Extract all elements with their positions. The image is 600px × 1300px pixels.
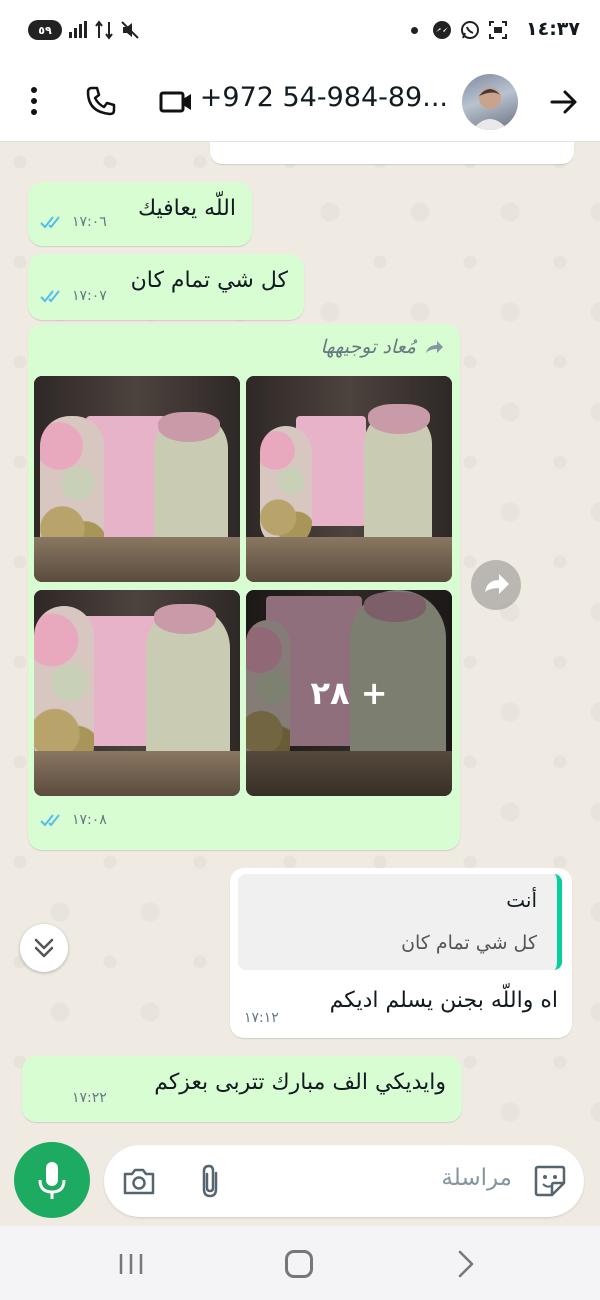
battery-indicator: ٥٩ [28, 20, 62, 40]
album-photo[interactable] [34, 590, 240, 796]
message-bubble-album[interactable]: مُعاد توجيهها + ٢٨ ١٧:٠٨ [28, 324, 460, 850]
chevron-double-down-icon [34, 938, 54, 958]
double-check-icon [40, 814, 60, 827]
status-left-icons: ٥٩ [28, 20, 140, 40]
more-vertical-icon[interactable] [22, 84, 46, 118]
quote-text: كل شي تمام كان [401, 932, 537, 954]
video-camera-icon[interactable] [158, 86, 194, 118]
contact-title[interactable]: +972 54-984-89... [200, 82, 448, 113]
status-time: ١٤:٣٧ [526, 18, 580, 40]
album-photo-more[interactable]: + ٢٨ [246, 590, 452, 796]
more-photos-count: + ٢٨ [310, 674, 388, 712]
battery-level: ٥٩ [38, 23, 52, 37]
nav-back-icon[interactable] [456, 1250, 476, 1278]
messenger-icon [433, 21, 451, 39]
message-bubble-outgoing[interactable]: وايديكي الف مبارك تتربى بعزكم ١٧:٢٢ [22, 1056, 462, 1122]
forward-icon [426, 341, 443, 353]
status-right-icons [411, 20, 508, 40]
sticker-icon[interactable] [532, 1163, 568, 1199]
message-bubble-outgoing[interactable]: كل شي تمام كان ١٧:٠٧ [28, 254, 304, 320]
message-time: ١٧:٠٦ [72, 214, 107, 230]
system-nav-bar [0, 1226, 600, 1300]
signal-icon [69, 21, 87, 38]
message-time: ١٧:٢٢ [72, 1090, 107, 1106]
message-text: اه واللّه بجنن يسلم اديكم [329, 988, 558, 1013]
partial-message [210, 142, 574, 164]
message-input-placeholder[interactable]: مراسلة [441, 1165, 512, 1191]
double-check-icon [40, 216, 60, 229]
share-forward-icon [485, 574, 509, 594]
message-time: ١٧:٠٧ [72, 288, 107, 304]
message-input-bar[interactable]: مراسلة [104, 1145, 584, 1217]
message-time: ١٧:٠٨ [72, 812, 107, 828]
forwarded-label: مُعاد توجيهها [320, 336, 416, 358]
double-check-icon [40, 290, 60, 303]
message-text: كل شي تمام كان [130, 268, 288, 293]
home-icon[interactable] [285, 1250, 313, 1278]
contact-avatar[interactable] [462, 74, 518, 130]
phone-icon[interactable] [84, 84, 118, 118]
album-photo[interactable] [246, 376, 452, 582]
album-photo[interactable] [34, 376, 240, 582]
mic-button[interactable] [14, 1142, 90, 1218]
recent-apps-icon[interactable] [118, 1252, 144, 1276]
microphone-icon [38, 1162, 66, 1199]
message-text: وايديكي الف مبارك تتربى بعزكم [154, 1070, 446, 1095]
quoted-message[interactable]: أنت كل شي تمام كان [238, 874, 562, 970]
notification-dot [411, 26, 418, 34]
paperclip-icon[interactable] [198, 1163, 224, 1199]
chat-area[interactable]: اللّه يعافيك ١٧:٠٦ كل شي تمام كان ١٧:٠٧ … [0, 142, 600, 1142]
screen-capture-icon [489, 21, 507, 39]
arrow-right-icon[interactable] [548, 86, 580, 118]
message-time: ١٧:١٢ [244, 1010, 279, 1026]
message-bubble-incoming[interactable]: أنت كل شي تمام كان اه واللّه بجنن يسلم ا… [230, 868, 572, 1038]
camera-icon[interactable] [122, 1165, 156, 1197]
message-text: اللّه يعافيك [137, 196, 236, 221]
status-bar: ٥٩ ١٤:٣٧ [0, 0, 600, 62]
whatsapp-icon [461, 21, 479, 39]
quote-author: أنت [506, 888, 537, 912]
message-bubble-outgoing[interactable]: اللّه يعافيك ١٧:٠٦ [28, 182, 252, 246]
avatar-image [472, 87, 508, 130]
chat-header: +972 54-984-89... [0, 62, 600, 142]
scroll-down-button[interactable] [20, 924, 68, 972]
share-forward-button[interactable] [471, 560, 521, 610]
mute-icon [121, 21, 139, 39]
data-activity-icon [95, 20, 113, 40]
